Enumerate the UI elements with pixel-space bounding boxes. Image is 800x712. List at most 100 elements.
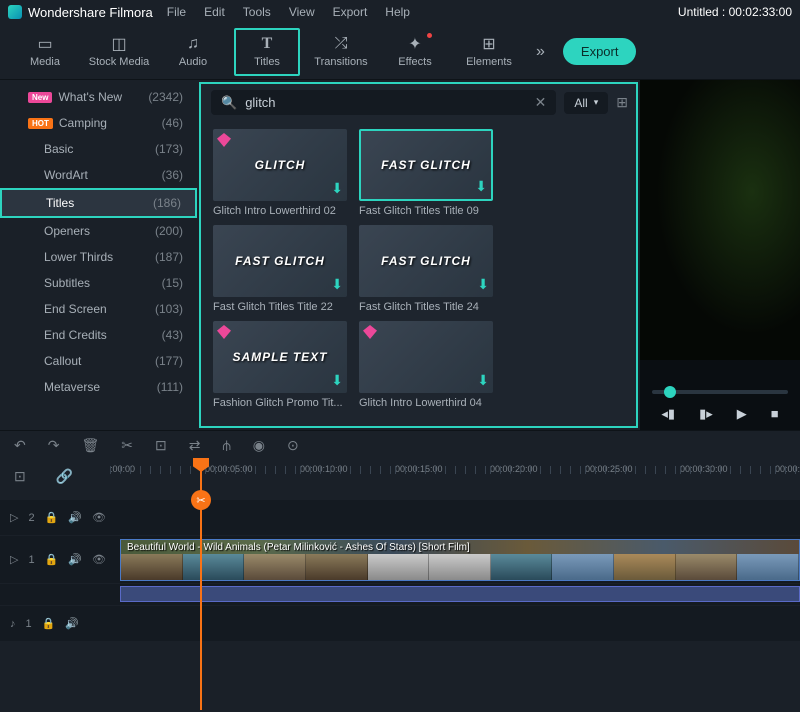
thumb-image[interactable]: SAMPLE TEXT⬇	[213, 321, 347, 393]
timeline-ruler[interactable]: ⊡ 🔗 :00:0000:00:05:0000:00:10:0000:00:15…	[0, 460, 800, 500]
badge: New	[28, 92, 52, 103]
menu-file[interactable]: File	[167, 5, 186, 19]
thumbnail[interactable]: ⬇Glitch Intro Lowerthird 04	[359, 321, 493, 409]
grid-view-button[interactable]: ⊞	[616, 94, 626, 111]
lock-icon[interactable]: 🔒	[45, 511, 59, 524]
more-tabs-button[interactable]: »	[536, 43, 545, 61]
menu-view[interactable]: View	[289, 5, 315, 19]
download-icon[interactable]: ⬇	[475, 178, 487, 195]
download-icon[interactable]: ⬇	[331, 180, 343, 197]
thumb-text: GLITCH	[255, 158, 306, 172]
track-video-2[interactable]: ▷2🔒🔊👁	[0, 500, 800, 536]
clear-search-button[interactable]: ✕	[535, 94, 547, 111]
thumb-image[interactable]: FAST GLITCH⬇	[359, 225, 493, 297]
audio-clip[interactable]	[120, 586, 800, 602]
thumbnail[interactable]: FAST GLITCH⬇Fast Glitch Titles Title 09	[359, 129, 493, 217]
export-button[interactable]: Export	[563, 38, 637, 65]
thumbnail[interactable]: SAMPLE TEXT⬇ Fashion Glitch Promo Tit...	[213, 321, 347, 409]
track-video-1[interactable]: ▷1🔒🔊👁 Beautiful World - Wild Animals (Pe…	[0, 536, 800, 584]
sidebar-item-basic[interactable]: Basic(173)	[0, 136, 197, 162]
tab-titles[interactable]: TTitles	[234, 28, 300, 76]
sidebar-item-what's-new[interactable]: NewWhat's New(2342)	[0, 84, 197, 110]
thumbnail[interactable]: GLITCH⬇Glitch Intro Lowerthird 02	[213, 129, 347, 217]
preview-scrubber[interactable]	[652, 390, 788, 394]
track-audio-1[interactable]: ♪1🔒🔊	[0, 606, 800, 642]
cut-button[interactable]: ✂	[121, 437, 133, 454]
marker-button[interactable]: ⊙	[287, 437, 299, 454]
sidebar-item-lower-thirds[interactable]: Lower Thirds(187)	[0, 244, 197, 270]
sidebar: NewWhat's New(2342)HOTCamping(46)Basic(1…	[0, 80, 197, 430]
speed-button[interactable]: ⇄	[189, 437, 201, 454]
search-input[interactable]	[245, 95, 526, 110]
tab-transitions[interactable]: ⤮Transitions	[308, 28, 374, 76]
tab-audio[interactable]: ♫Audio	[160, 28, 226, 76]
music-icon: ♫	[187, 35, 199, 53]
link-button[interactable]: 🔗	[56, 468, 73, 485]
sidebar-count: (111)	[157, 380, 183, 394]
sidebar-item-subtitles[interactable]: Subtitles(15)	[0, 270, 197, 296]
sidebar-item-openers[interactable]: Openers(200)	[0, 218, 197, 244]
undo-button[interactable]: ↶	[14, 437, 26, 454]
play-button[interactable]: ▶	[737, 406, 747, 422]
toolbar: ▭Media ◫Stock Media ♫Audio TTitles ⤮Tran…	[0, 24, 800, 80]
download-icon[interactable]: ⬇	[477, 372, 489, 389]
download-icon[interactable]: ⬇	[331, 276, 343, 293]
menu-bar: File Edit Tools View Export Help	[167, 5, 410, 19]
tab-elements[interactable]: ⊞Elements	[456, 28, 522, 76]
redo-button[interactable]: ↷	[48, 437, 60, 454]
sidebar-item-camping[interactable]: HOTCamping(46)	[0, 110, 197, 136]
filter-dropdown[interactable]: All▾	[564, 92, 608, 114]
thumbnail[interactable]: FAST GLITCH⬇Fast Glitch Titles Title 22	[213, 225, 347, 313]
lock-icon[interactable]: 🔒	[42, 617, 56, 630]
thumb-image[interactable]: FAST GLITCH ⬇	[359, 129, 493, 201]
thumb-text: FAST GLITCH	[235, 254, 325, 268]
mute-icon[interactable]: 🔊	[68, 553, 82, 566]
sidebar-item-end-credits[interactable]: End Credits(43)	[0, 322, 197, 348]
menu-help[interactable]: Help	[385, 5, 410, 19]
sidebar-item-metaverse[interactable]: Metaverse(111)	[0, 374, 197, 400]
lock-icon[interactable]: 🔒	[45, 553, 59, 566]
playhead[interactable]: ✂	[200, 460, 202, 710]
tab-effects[interactable]: ✦Effects	[382, 28, 448, 76]
thumb-image[interactable]: GLITCH ⬇	[213, 129, 347, 201]
delete-button[interactable]: 🗑	[81, 437, 99, 454]
sidebar-item-callout[interactable]: Callout(177)	[0, 348, 197, 374]
image-icon: ◫	[111, 35, 126, 53]
playhead-cut-button[interactable]: ✂	[191, 490, 211, 510]
mute-icon[interactable]: 🔊	[68, 511, 82, 524]
tab-media[interactable]: ▭Media	[12, 28, 78, 76]
tab-stock-media[interactable]: ◫Stock Media	[86, 28, 152, 76]
thumb-label: Fashion Glitch Promo Tit...	[213, 397, 347, 409]
crop-button[interactable]: ⊡	[155, 437, 167, 454]
color-button[interactable]: ◉	[253, 437, 265, 454]
adjust-button[interactable]: ⫛	[222, 437, 230, 454]
notification-dot	[427, 33, 432, 38]
download-icon[interactable]: ⬇	[331, 372, 343, 389]
next-frame-button[interactable]: ▮▸	[699, 406, 713, 422]
visibility-icon[interactable]: 👁	[92, 553, 106, 566]
thumb-image[interactable]: FAST GLITCH ⬇	[213, 225, 347, 297]
sidebar-item-titles[interactable]: Titles(186)	[0, 188, 197, 218]
auto-ripple-button[interactable]: ⊡	[14, 468, 26, 485]
stop-button[interactable]: ■	[771, 406, 779, 422]
app-logo: Wondershare Filmora	[8, 5, 153, 20]
video-clip[interactable]: Beautiful World - Wild Animals (Petar Mi…	[120, 539, 800, 581]
sidebar-count: (186)	[153, 196, 181, 210]
prev-frame-button[interactable]: ◂▮	[661, 406, 675, 422]
download-icon[interactable]: ⬇	[477, 276, 489, 293]
thumbnail[interactable]: FAST GLITCH⬇Fast Glitch Titles Title 24	[359, 225, 493, 313]
menu-export[interactable]: Export	[333, 5, 368, 19]
menu-edit[interactable]: Edit	[204, 5, 225, 19]
track-type-icon: ♪	[10, 618, 16, 630]
sidebar-label: End Credits	[44, 328, 107, 342]
thumb-image[interactable]: ⬇	[359, 321, 493, 393]
thumb-text: FAST GLITCH	[381, 158, 471, 172]
menu-tools[interactable]: Tools	[243, 5, 271, 19]
visibility-icon[interactable]: 👁	[92, 511, 106, 524]
scrubber-thumb[interactable]	[664, 386, 676, 398]
sidebar-item-wordart[interactable]: WordArt(36)	[0, 162, 197, 188]
track-audio-link[interactable]	[0, 584, 800, 606]
mute-icon[interactable]: 🔊	[65, 617, 79, 630]
preview-video[interactable]	[640, 80, 800, 360]
sidebar-item-end-screen[interactable]: End Screen(103)	[0, 296, 197, 322]
